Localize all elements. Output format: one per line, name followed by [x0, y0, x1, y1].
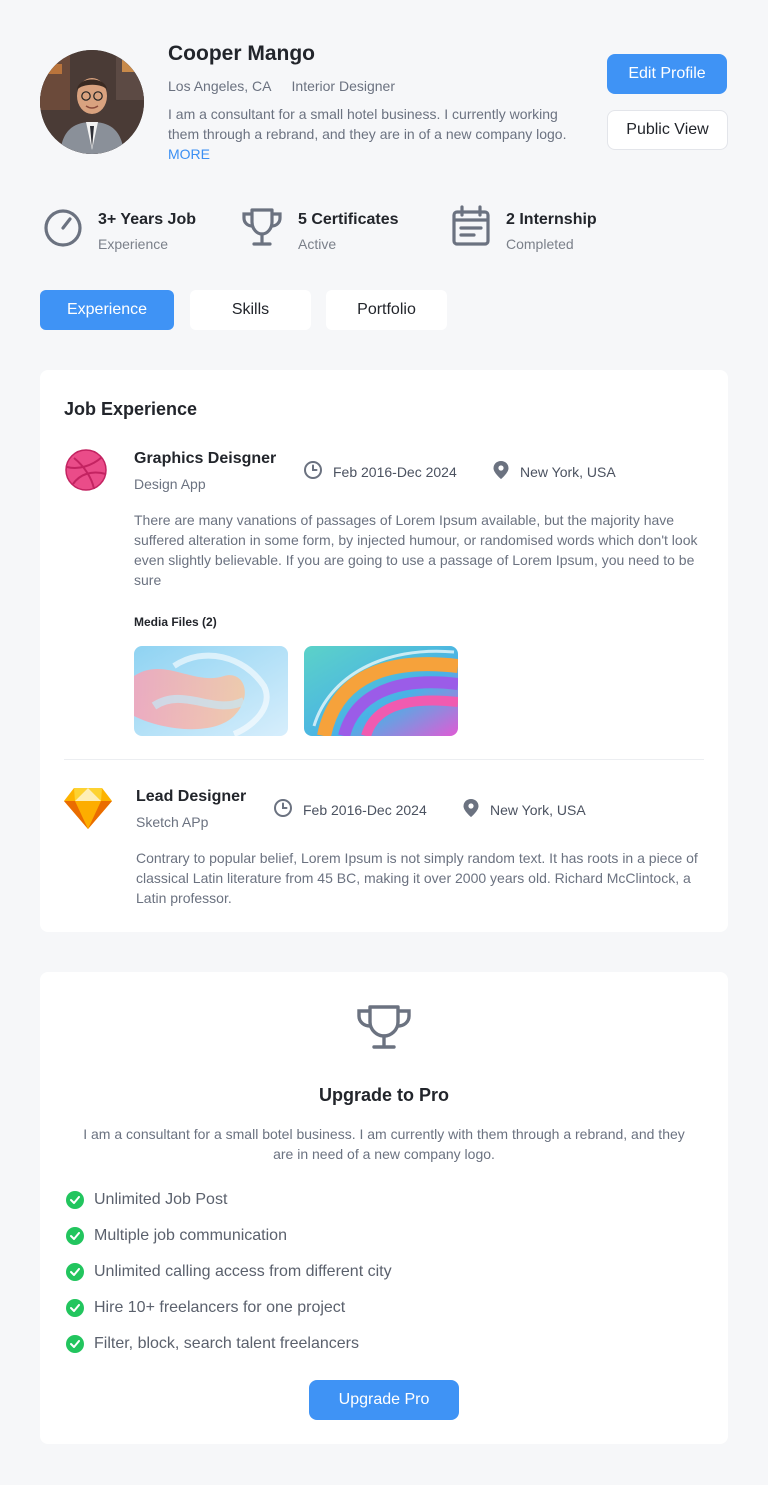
calendar-icon [450, 204, 492, 253]
job-location-text: New York, USA [520, 463, 616, 480]
feature-text: Unlimited Job Post [94, 1191, 228, 1208]
stat-title: 5 Certificates [298, 211, 399, 228]
feature-item: Unlimited Job Post [66, 1190, 227, 1210]
job-title: Graphics Deisgner [134, 450, 277, 467]
job-dates-text: Feb 2016-Dec 2024 [303, 801, 427, 818]
check-icon [66, 1191, 84, 1209]
divider [64, 759, 704, 760]
job-location: New York, USA [462, 798, 586, 821]
profile-location: Los Angeles, CA [168, 78, 272, 94]
media-thumbnail[interactable] [134, 646, 288, 736]
stat-subtitle: Active [298, 236, 337, 252]
check-icon [66, 1335, 84, 1353]
public-view-button[interactable]: Public View [607, 110, 728, 150]
stat-title: 2 Internship [506, 211, 597, 228]
check-icon [66, 1299, 84, 1317]
pro-title: Upgrade to Pro [318, 1085, 449, 1105]
feature-item: Filter, block, search talent freelancers [66, 1334, 359, 1354]
trophy-icon [240, 204, 284, 253]
upgrade-card: Upgrade to Pro I am a consultant for a s… [40, 972, 728, 1444]
job-experience-card: Job Experience Graphics Deisgner Design … [40, 370, 728, 932]
tab-skills[interactable]: Skills [190, 290, 311, 330]
job-dates: Feb 2016-Dec 2024 [303, 460, 457, 483]
tab-portfolio[interactable]: Portfolio [326, 290, 447, 330]
job-dates: Feb 2016-Dec 2024 [273, 798, 427, 821]
edit-profile-button[interactable]: Edit Profile [607, 54, 727, 94]
stat-experience: 3+ Years Job Experience [42, 204, 196, 254]
job-dates-text: Feb 2016-Dec 2024 [333, 463, 457, 480]
stat-certificates: 5 Certificates Active [240, 204, 399, 254]
feature-item: Multiple job communication [66, 1226, 287, 1246]
stat-subtitle: Completed [506, 236, 574, 252]
profile-bio: I am a consultant for a small hotel busi… [168, 104, 588, 164]
job-company: Sketch APp [136, 814, 209, 830]
location-pin-icon [492, 460, 510, 483]
check-icon [66, 1263, 84, 1281]
check-icon [66, 1227, 84, 1245]
job-description: Contrary to popular belief, Lorem Ipsum … [136, 850, 698, 906]
feature-text: Filter, block, search talent freelancers [94, 1335, 360, 1352]
gauge-icon [42, 204, 84, 253]
media-thumbnail[interactable] [304, 646, 458, 736]
stat-subtitle: Experience [98, 236, 169, 252]
location-pin-icon [462, 798, 480, 821]
pro-description: I am a consultant for a small botel busi… [83, 1126, 685, 1162]
upgrade-pro-button[interactable]: Upgrade Pro [309, 1380, 459, 1420]
job-description: There are many vanations of passages of … [134, 512, 698, 588]
stat-title: 3+ Years Job [98, 211, 196, 228]
feature-item: Unlimited calling access from different … [66, 1262, 392, 1282]
job-company: Design App [134, 476, 206, 492]
job-title: Lead Designer [136, 788, 247, 805]
profile-role: Interior Designer [291, 78, 396, 94]
bio-text: I am a consultant for a small hotel busi… [168, 106, 567, 142]
feature-text: Unlimited calling access from different … [94, 1263, 392, 1280]
sketch-icon [64, 786, 112, 835]
tab-experience[interactable]: Experience [40, 290, 174, 330]
feature-item: Hire 10+ freelancers for one project [66, 1298, 345, 1318]
stat-internship: 2 Internship Completed [450, 204, 597, 254]
section-title: Job Experience [64, 399, 198, 419]
trophy-icon [355, 1002, 413, 1057]
profile-name: Cooper Mango [168, 42, 315, 65]
clock-icon [303, 460, 323, 483]
job-location: New York, USA [492, 460, 616, 483]
dribbble-icon [64, 448, 108, 497]
profile-meta: Los Angeles, CA Interior Designer [168, 78, 395, 94]
feature-text: Hire 10+ freelancers for one project [94, 1299, 346, 1316]
avatar [40, 50, 144, 154]
job-location-text: New York, USA [490, 801, 586, 818]
feature-text: Multiple job communication [94, 1227, 287, 1244]
clock-icon [273, 798, 293, 821]
more-link[interactable]: MORE [168, 146, 210, 162]
media-files-label: Media Files (2) [134, 615, 217, 629]
